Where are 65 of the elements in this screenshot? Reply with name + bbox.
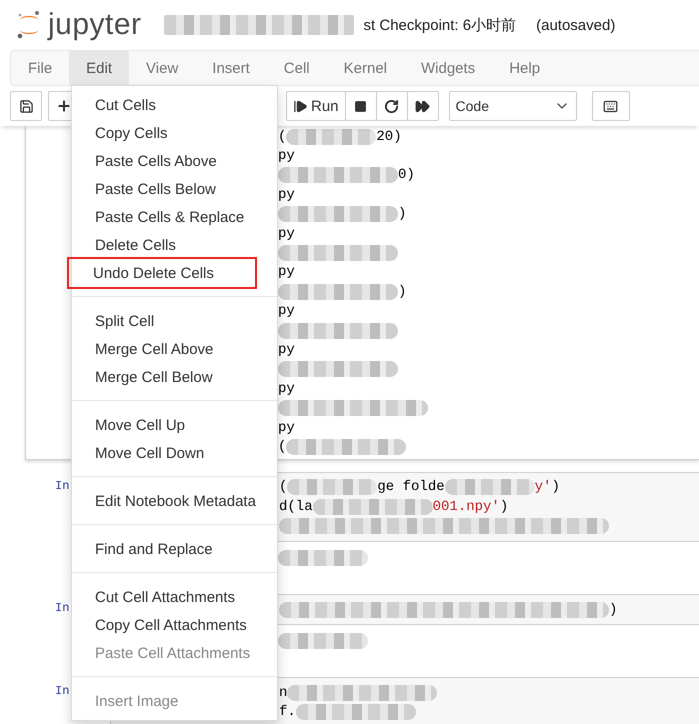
code-text: n bbox=[279, 684, 288, 701]
menu-tab[interactable]: Insert bbox=[195, 51, 267, 85]
menu-tab[interactable]: View bbox=[129, 51, 196, 85]
menu-item[interactable]: Undo Delete Cells bbox=[69, 259, 255, 287]
keyboard-button[interactable] bbox=[592, 91, 630, 121]
menu-item[interactable]: Move Cell Up bbox=[72, 411, 277, 439]
code-text: py bbox=[278, 226, 295, 242]
code-text: ) bbox=[500, 498, 508, 515]
code-text: y' bbox=[534, 479, 552, 496]
code-text: py bbox=[278, 380, 295, 397]
menu-tab[interactable]: Widgets bbox=[404, 51, 492, 85]
menu-item[interactable]: Paste Cells Above bbox=[72, 147, 277, 175]
checkpoint-status: st Checkpoint: 6小时前 bbox=[364, 16, 516, 34]
menu-tab[interactable]: Kernel bbox=[326, 51, 404, 85]
cell-prompt: In bbox=[55, 684, 70, 698]
menu-tab[interactable]: Cell bbox=[266, 51, 327, 85]
code-text: py bbox=[278, 420, 295, 436]
run-all-button[interactable] bbox=[406, 91, 439, 121]
plus-icon bbox=[56, 98, 72, 114]
save-icon bbox=[18, 98, 34, 114]
code-text: 0) bbox=[398, 167, 415, 184]
code-text: py bbox=[278, 342, 295, 358]
cell-type-select[interactable]: Code bbox=[448, 91, 577, 121]
save-button[interactable] bbox=[10, 91, 42, 121]
menu-item[interactable]: Copy Cells bbox=[72, 119, 277, 147]
logo-text: jupyter bbox=[48, 10, 142, 40]
stop-icon bbox=[354, 100, 368, 112]
code-text: 20) bbox=[376, 128, 402, 145]
menu-item[interactable]: Move Cell Down bbox=[72, 439, 277, 467]
code-text: py bbox=[278, 303, 295, 320]
cell-prompt: In bbox=[55, 600, 70, 615]
code-text: ) bbox=[609, 602, 618, 618]
menu-item[interactable]: Delete Cells bbox=[72, 231, 277, 259]
autosave-status: (autosaved) bbox=[536, 16, 616, 34]
cell-prompt: In bbox=[55, 478, 70, 493]
code-text: f. bbox=[279, 704, 296, 720]
code-text: ) bbox=[551, 479, 560, 496]
menu-item[interactable]: Paste Cells Below bbox=[72, 175, 277, 203]
code-text: ) bbox=[398, 206, 406, 222]
menu-item[interactable]: Merge Cell Above bbox=[72, 335, 277, 363]
code-text: ( bbox=[279, 479, 288, 496]
code-text: py bbox=[278, 148, 295, 164]
code-text: ) bbox=[398, 284, 406, 300]
code-text: ge folde bbox=[377, 479, 445, 496]
code-text: d(la bbox=[279, 498, 313, 515]
restart-icon bbox=[384, 98, 400, 114]
code-text: 001.npy' bbox=[432, 498, 500, 515]
step-forward-icon bbox=[293, 98, 308, 114]
code-text: ( bbox=[278, 128, 286, 145]
code-text: py bbox=[278, 264, 295, 280]
keyboard-icon bbox=[603, 98, 618, 114]
menu-tab[interactable]: Help bbox=[492, 51, 558, 85]
menu-item[interactable]: Merge Cell Below bbox=[72, 363, 277, 391]
menu-item[interactable]: Split Cell bbox=[72, 307, 277, 335]
menu-tab[interactable]: File bbox=[11, 51, 70, 85]
run-button[interactable]: Run bbox=[286, 91, 346, 121]
stop-button[interactable] bbox=[344, 91, 377, 121]
menu-item[interactable]: Cut Cells bbox=[72, 91, 277, 119]
restart-button[interactable] bbox=[376, 91, 408, 121]
code-text: py bbox=[278, 186, 295, 203]
fast-forward-icon bbox=[415, 98, 430, 114]
menu-tab[interactable]: Edit bbox=[69, 51, 130, 85]
code-text: ( bbox=[278, 438, 286, 455]
logo-icon bbox=[16, 10, 42, 40]
menu-item[interactable]: Paste Cells & Replace bbox=[72, 203, 277, 231]
